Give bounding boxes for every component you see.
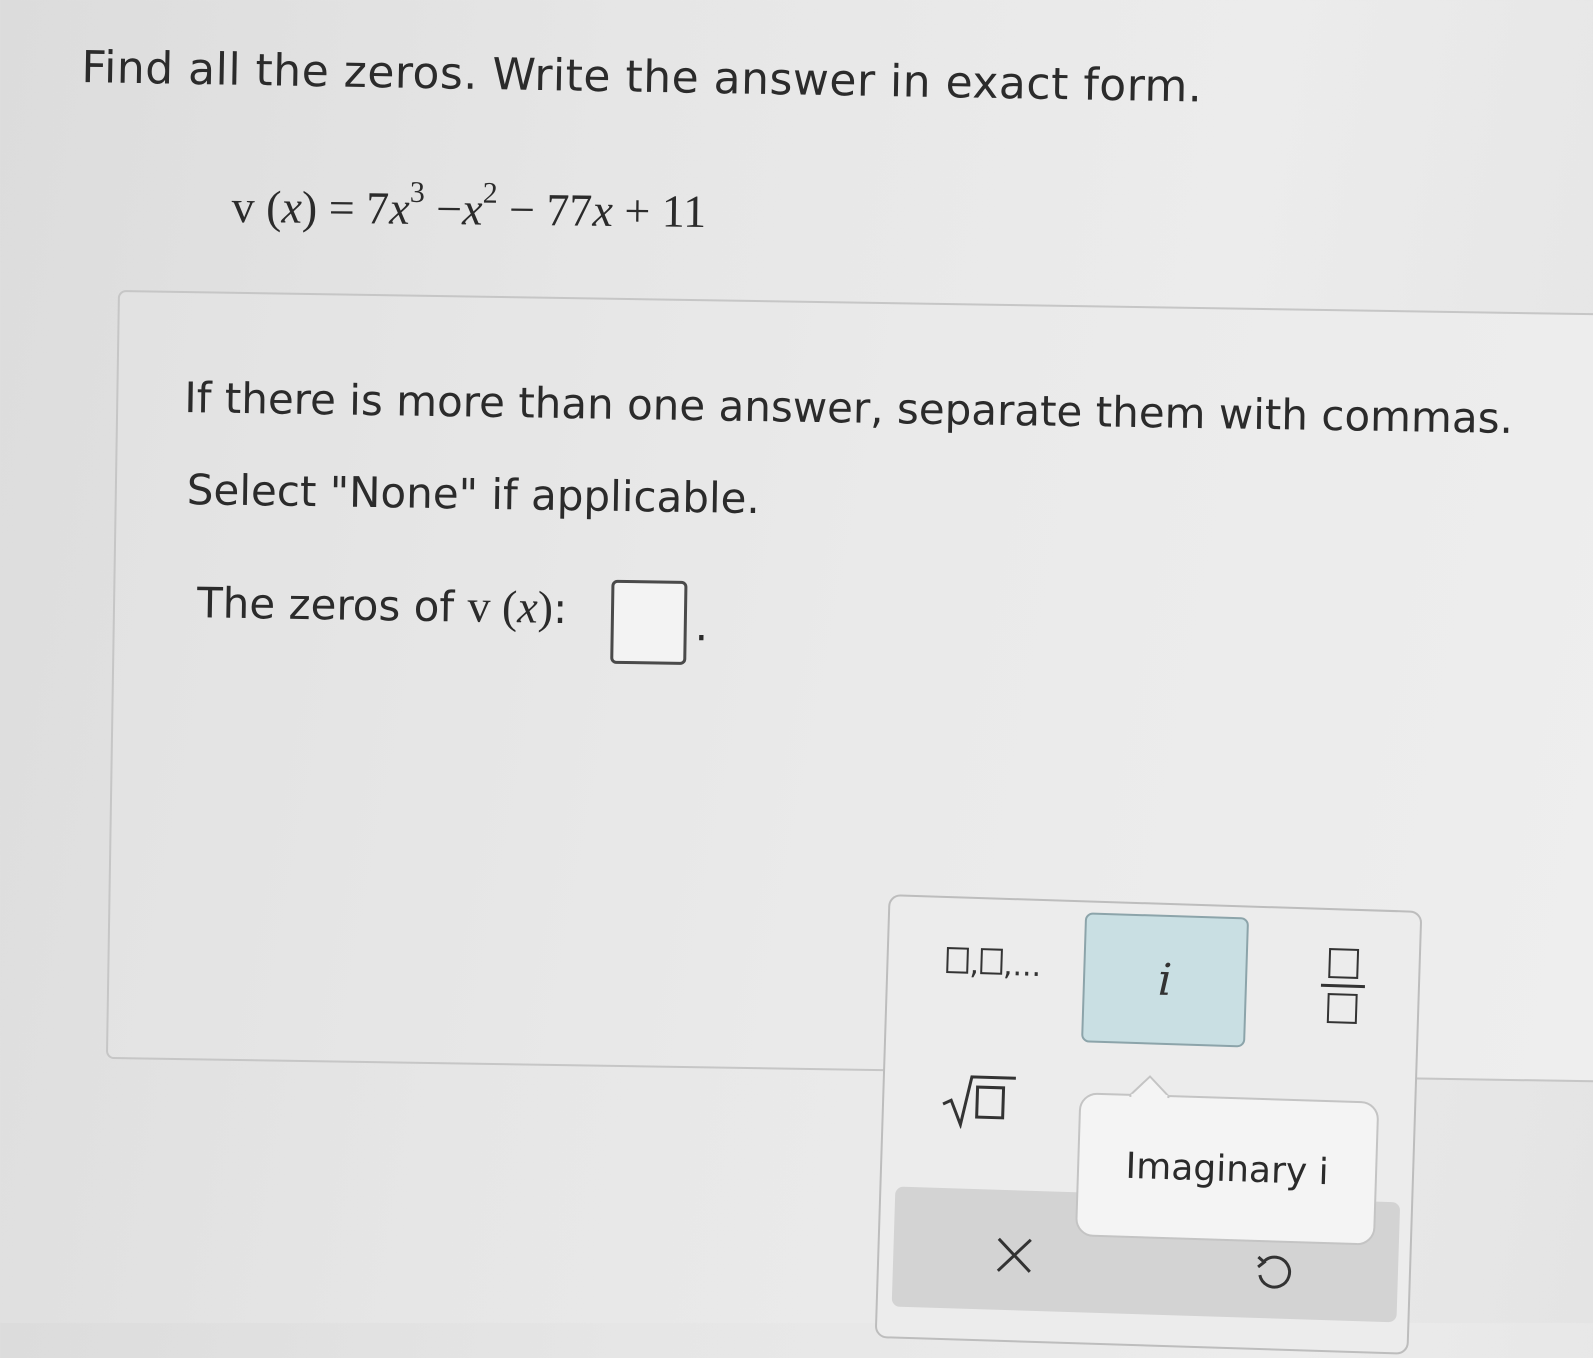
imaginary-tooltip: Imaginary i <box>1074 1092 1380 1246</box>
zeros-label: The zeros of v (x): <box>196 578 568 634</box>
term-linear: − 77 <box>508 183 593 236</box>
sqrt-button[interactable] <box>923 1062 1035 1135</box>
separate-instruction: If there is more than one answer, separa… <box>183 373 1514 443</box>
clear-button[interactable] <box>968 1209 1061 1302</box>
clear-x-icon <box>996 1237 1032 1273</box>
undo-icon <box>1257 1255 1292 1289</box>
answer-period: . <box>694 601 709 651</box>
imaginary-i-icon: i <box>1157 954 1173 1006</box>
function-variable: x <box>281 181 303 233</box>
question-instruction: Find all the zeros. Write the answer in … <box>81 42 1203 113</box>
math-keypad: ,,... i Imaginary i <box>874 894 1423 1355</box>
imaginary-i-button[interactable]: i <box>1081 912 1250 1048</box>
term-quadratic-exponent: 2 <box>482 176 498 210</box>
tooltip-arrow-icon <box>1128 1075 1171 1102</box>
term-cubic-coefficient: 7 <box>365 182 390 234</box>
function-name: v <box>231 180 255 233</box>
none-instruction: Select "None" if applicable. <box>186 465 761 524</box>
answer-panel: If there is more than one answer, separa… <box>105 290 1593 1355</box>
term-quadratic-sign: − <box>435 183 463 235</box>
fraction-icon <box>1320 947 1366 1024</box>
list-icon: , <box>945 946 1004 983</box>
list-button[interactable]: ,,... <box>918 937 1069 992</box>
fraction-button[interactable] <box>1297 939 1390 1032</box>
term-cubic-exponent: 3 <box>409 175 426 210</box>
sqrt-icon <box>942 1075 1016 1130</box>
answer-input[interactable] <box>610 579 688 665</box>
polynomial-equation: v (x) = 7x3 −x2 − 77x + 11 <box>231 175 707 237</box>
list-key-suffix: ,... <box>1002 947 1042 984</box>
equals-sign: = <box>328 182 356 234</box>
term-constant: + 11 <box>612 184 707 237</box>
